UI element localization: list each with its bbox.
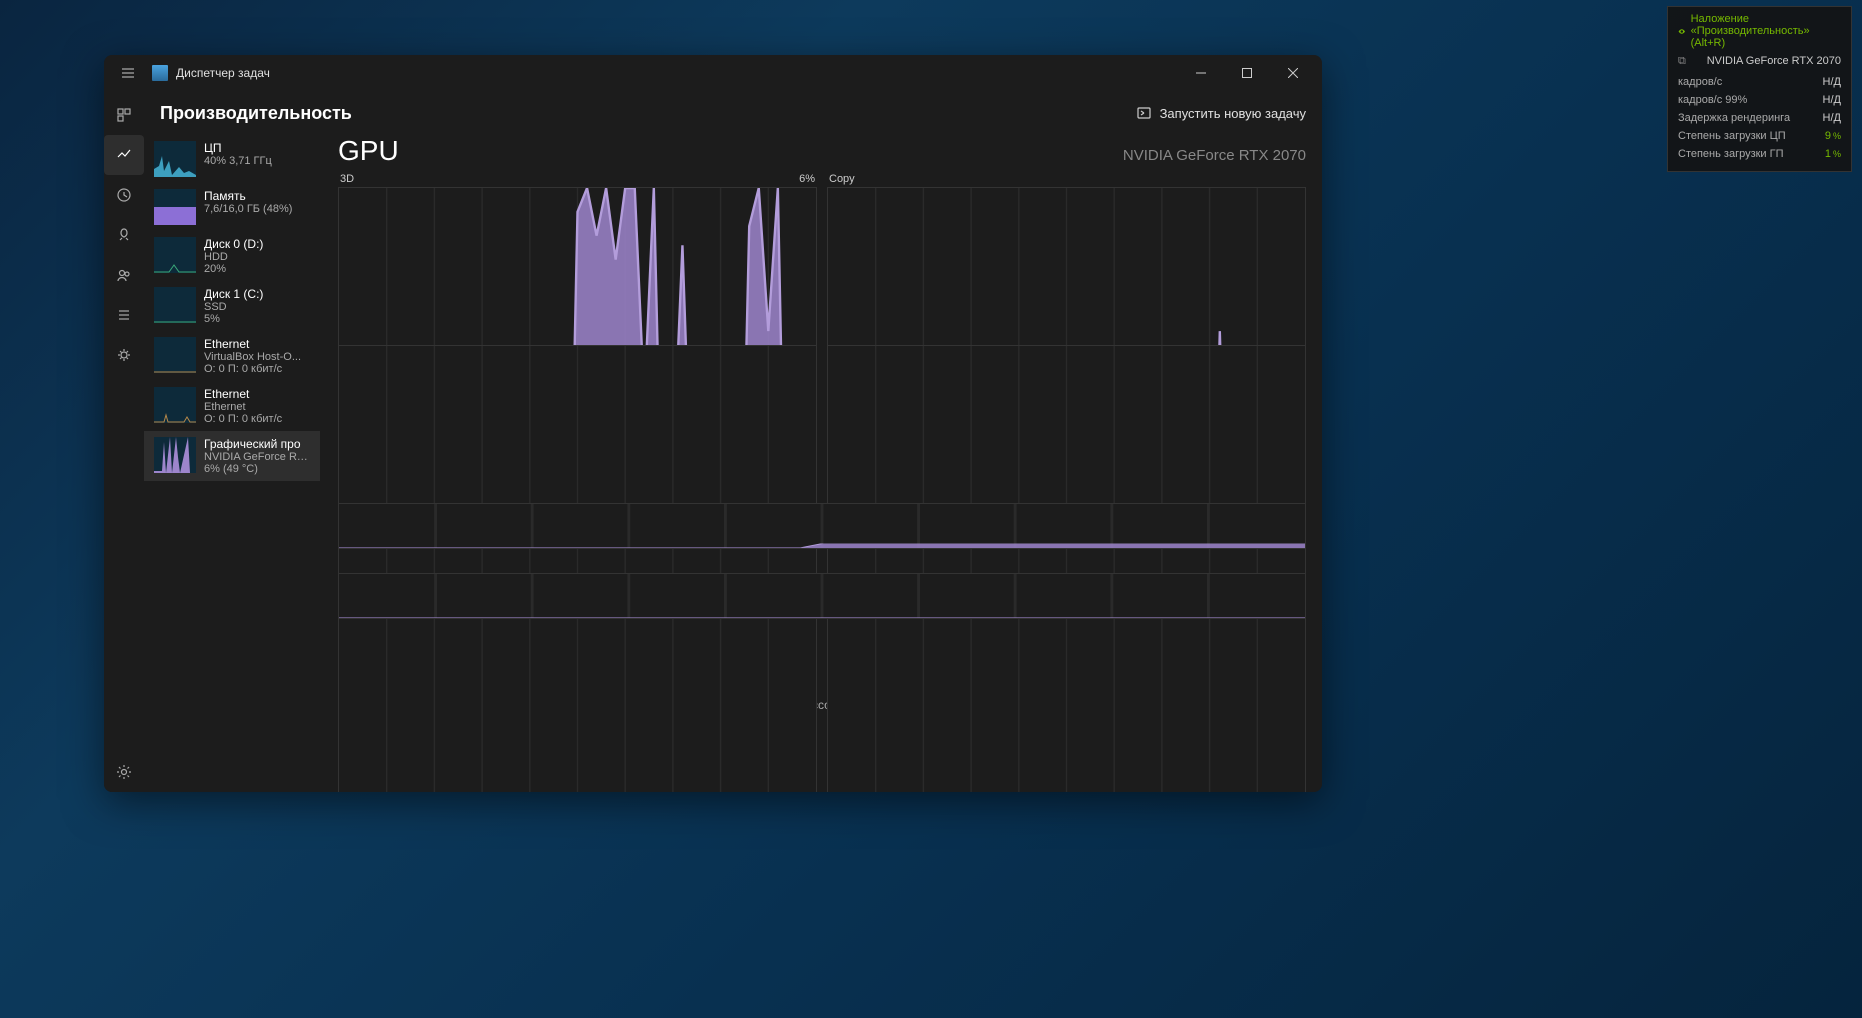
sidebar-thumb: [154, 337, 196, 373]
chart-3d-label: 3D: [340, 173, 354, 185]
chart-mem-dedicated: [338, 503, 1306, 549]
overlay-row-value: 1%: [1825, 148, 1841, 160]
chart-mem-shared: [338, 573, 1306, 619]
overlay-row-value: Н/Д: [1823, 76, 1841, 88]
titlebar: Диспетчер задач: [104, 55, 1322, 91]
sidebar-item-sub2: 6% (49 °C): [204, 463, 312, 475]
chart-video-encode: [338, 345, 817, 792]
rail-services[interactable]: [104, 335, 144, 375]
sidebar-thumb: [154, 141, 196, 177]
sidebar-item-title: Диск 0 (D:): [204, 237, 263, 251]
maximize-button[interactable]: [1224, 55, 1270, 91]
sidebar-item-title: Графический про: [204, 437, 312, 451]
sidebar-item-disk0[interactable]: Диск 0 (D:)HDD20%: [144, 231, 320, 281]
overlay-title-row: Наложение «Производительность» (Alt+R): [1678, 13, 1841, 49]
overlay-row: Степень загрузки ГП 1%: [1678, 145, 1841, 163]
chart-video-decode: [827, 345, 1306, 792]
nav-rail: [104, 91, 144, 792]
run-task-label: Запустить новую задачу: [1160, 106, 1306, 121]
sidebar-thumb: [154, 437, 196, 473]
gpu-model: NVIDIA GeForce RTX 2070: [1123, 147, 1306, 164]
overlay-row: кадров/с 99% Н/Д: [1678, 91, 1841, 109]
sidebar-item-disk1[interactable]: Диск 1 (C:)SSD5%: [144, 281, 320, 331]
sidebar-item-sub: NVIDIA GeForce RTX 207: [204, 451, 312, 463]
rail-details[interactable]: [104, 295, 144, 335]
sidebar-thumb: [154, 189, 196, 225]
settings-button[interactable]: [104, 752, 144, 792]
sidebar-item-title: ЦП: [204, 141, 272, 155]
overlay-row-key: кадров/с: [1678, 76, 1722, 88]
sidebar-item-gpu[interactable]: Графический проNVIDIA GeForce RTX 2076% …: [144, 431, 320, 481]
rail-app-history[interactable]: [104, 175, 144, 215]
sidebar-thumb: [154, 237, 196, 273]
chart-3d-value: 6%: [799, 173, 815, 185]
performance-sidebar: ЦП40% 3,71 ГГцПамять7,6/16,0 ГБ (48%)Дис…: [144, 135, 320, 792]
subheader: Производительность Запустить новую задач…: [144, 91, 1322, 135]
overlay-row-key: Задержка рендеринга: [1678, 112, 1790, 124]
run-task-icon: [1136, 105, 1152, 121]
sidebar-thumb: [154, 287, 196, 323]
overlay-row-value: Н/Д: [1823, 94, 1841, 106]
rail-processes[interactable]: [104, 95, 144, 135]
overlay-row: Степень загрузки ЦП 9%: [1678, 127, 1841, 145]
sidebar-item-sub: VirtualBox Host-O...: [204, 351, 301, 363]
sidebar-item-sub: 40% 3,71 ГГц: [204, 155, 272, 167]
sidebar-item-title: Ethernet: [204, 387, 282, 401]
overlay-card-row: ⧉ NVIDIA GeForce RTX 2070: [1678, 55, 1841, 67]
window-title: Диспетчер задач: [176, 66, 1178, 80]
sidebar-item-title: Ethernet: [204, 337, 301, 351]
sidebar-item-sub2: 5%: [204, 313, 263, 325]
sidebar-item-sub2: 20%: [204, 263, 263, 275]
sidebar-item-sub: HDD: [204, 251, 263, 263]
overlay-row: Задержка рендеринга Н/Д: [1678, 109, 1841, 127]
minimize-button[interactable]: [1178, 55, 1224, 91]
sidebar-item-eth1[interactable]: EthernetEthernetО: 0 П: 0 кбит/с: [144, 381, 320, 431]
page-title: Производительность: [160, 103, 1136, 124]
sidebar-item-title: Память: [204, 189, 292, 203]
overlay-card: NVIDIA GeForce RTX 2070: [1678, 55, 1841, 67]
sidebar-thumb: [154, 387, 196, 423]
overlay-title: Наложение «Производительность» (Alt+R): [1691, 13, 1841, 49]
sidebar-item-cpu[interactable]: ЦП40% 3,71 ГГц: [144, 135, 320, 183]
sidebar-item-mem[interactable]: Память7,6/16,0 ГБ (48%): [144, 183, 320, 231]
nvidia-eye-icon: [1678, 26, 1686, 37]
close-button[interactable]: [1270, 55, 1316, 91]
overlay-row-value: Н/Д: [1823, 112, 1841, 124]
hamburger-button[interactable]: [110, 55, 146, 91]
run-new-task-button[interactable]: Запустить новую задачу: [1136, 105, 1306, 121]
nvidia-overlay: Наложение «Производительность» (Alt+R) ⧉…: [1667, 6, 1852, 172]
sidebar-item-sub2: О: 0 П: 0 кбит/с: [204, 413, 282, 425]
sidebar-item-sub: 7,6/16,0 ГБ (48%): [204, 203, 292, 215]
sidebar-item-sub2: О: 0 П: 0 кбит/с: [204, 363, 301, 375]
gpu-detail-panel: GPU NVIDIA GeForce RTX 2070 3D 6%: [320, 135, 1322, 792]
rail-users[interactable]: [104, 255, 144, 295]
overlay-row-key: Степень загрузки ЦП: [1678, 130, 1786, 142]
gpu-heading: GPU: [338, 135, 399, 167]
overlay-row-key: кадров/с 99%: [1678, 94, 1747, 106]
pin-icon: ⧉: [1678, 55, 1686, 68]
task-manager-window: Диспетчер задач Производительность Запус: [104, 55, 1322, 792]
sidebar-item-eth0[interactable]: EthernetVirtualBox Host-O...О: 0 П: 0 кб…: [144, 331, 320, 381]
chart-copy-label: Copy: [829, 173, 855, 185]
overlay-row-value: 9%: [1825, 130, 1841, 142]
sidebar-item-sub: Ethernet: [204, 401, 282, 413]
rail-startup[interactable]: [104, 215, 144, 255]
sidebar-item-sub: SSD: [204, 301, 263, 313]
app-icon: [152, 65, 168, 81]
sidebar-item-title: Диск 1 (C:): [204, 287, 263, 301]
overlay-row-key: Степень загрузки ГП: [1678, 148, 1784, 160]
rail-performance[interactable]: [104, 135, 144, 175]
overlay-row: кадров/с Н/Д: [1678, 73, 1841, 91]
